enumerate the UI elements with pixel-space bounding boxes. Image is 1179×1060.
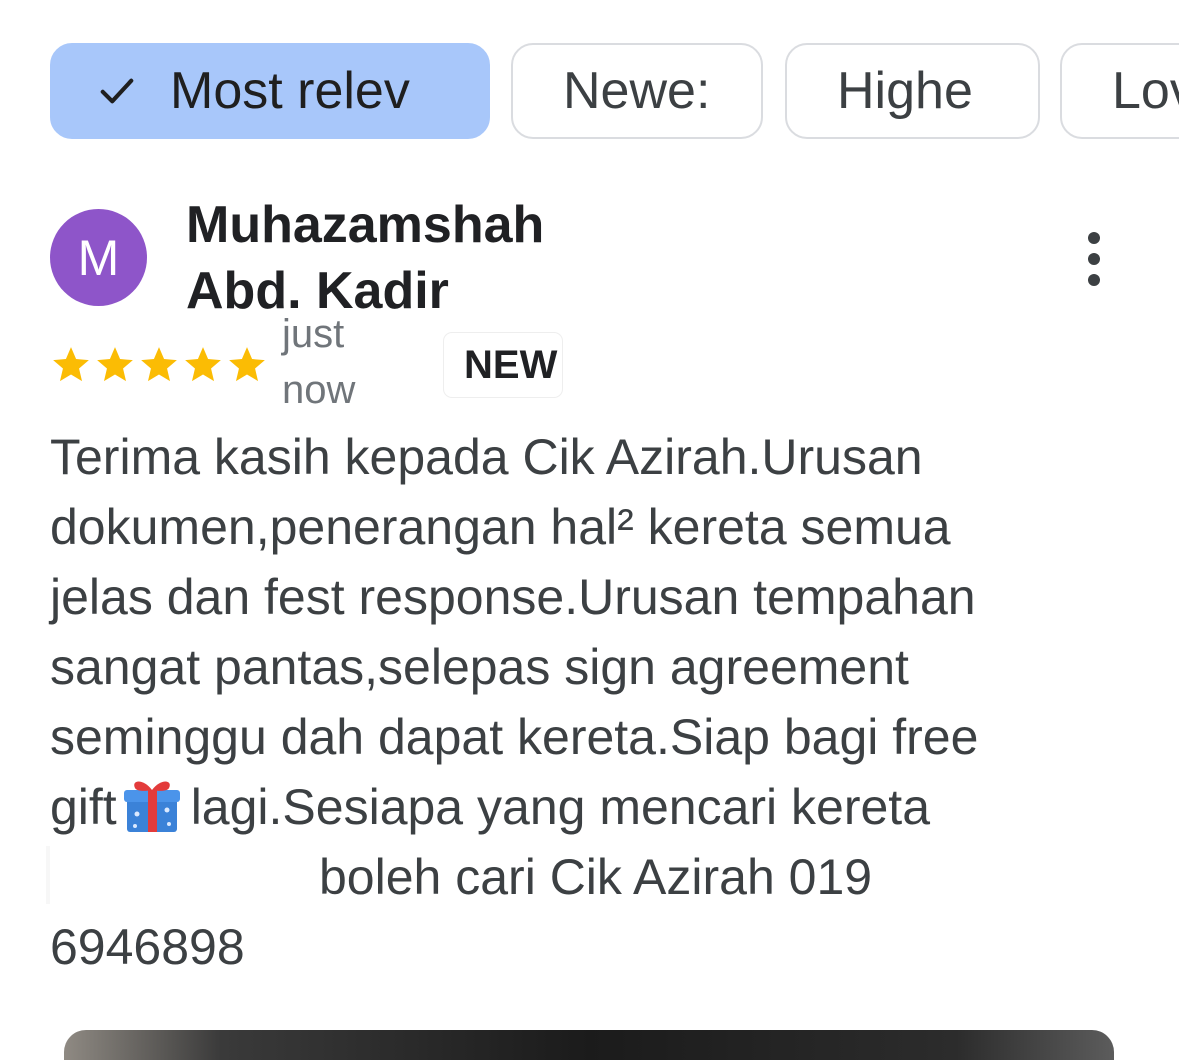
review-line: Terima kasih kepada Cik Azirah.Urusan	[50, 429, 923, 485]
star-icon	[185, 347, 221, 382]
avatar[interactable]: M	[50, 209, 147, 306]
review-line: 6946898	[50, 919, 245, 975]
review-line: dokumen,penerangan hal² kereta semua	[50, 499, 951, 555]
chip-label: Newe:	[563, 62, 711, 120]
author-name-line: Abd. Kadir	[186, 262, 449, 320]
review-line-redacted: boleh cari Cik Azirah 019	[50, 842, 1150, 912]
new-badge-label: NEW	[464, 342, 558, 387]
sort-filter-chips: Most relev Newe: Highe Lov	[0, 0, 1179, 160]
checkmark-icon	[100, 78, 134, 104]
star-icon	[141, 347, 177, 382]
star-icon	[229, 347, 265, 382]
review-line-part: lagi.Sesiapa yang mencari kereta	[190, 779, 931, 835]
author-name[interactable]: Muhazamshah Abd. Kadir	[186, 192, 646, 324]
review-line-with-gift: gift lagi.Sesiapa yang mencari kereta	[50, 772, 1150, 842]
star-icon	[53, 347, 89, 382]
review-line: seminggu dah dapat kereta.Siap bagi free	[50, 709, 979, 765]
chip-label: Most relev	[170, 62, 410, 120]
review-line: sangat pantas,selepas sign agreement	[50, 639, 909, 695]
chip-label: Highe	[837, 62, 973, 120]
review-time: just now	[282, 306, 392, 418]
review-line-part: boleh cari Cik Azirah 019	[319, 849, 873, 905]
chip-label: Lov	[1112, 62, 1179, 120]
review-time-line: now	[282, 368, 356, 412]
chip-lowest[interactable]: Lov	[1060, 43, 1179, 139]
new-badge: NEW	[444, 333, 562, 397]
chip-newest[interactable]: Newe:	[511, 43, 763, 139]
review-text[interactable]: Terima kasih kepada Cik Azirah.Urusan do…	[50, 422, 1150, 982]
review-line-part: gift	[50, 779, 117, 835]
review-photo[interactable]	[64, 1030, 1114, 1060]
redacted-block	[50, 846, 305, 904]
chip-most-relevant[interactable]: Most relev	[50, 43, 490, 139]
review-line: jelas dan fest response.Urusan tempahan	[50, 569, 976, 625]
gift-emoji-icon	[123, 781, 180, 832]
chip-highest[interactable]: Highe	[785, 43, 1040, 139]
avatar-letter: M	[77, 229, 120, 286]
star-rating	[50, 344, 268, 386]
star-icon	[97, 347, 133, 382]
review-time-line: just	[282, 312, 345, 356]
author-name-line: Muhazamshah	[186, 196, 545, 254]
more-options-icon[interactable]	[1074, 226, 1114, 292]
